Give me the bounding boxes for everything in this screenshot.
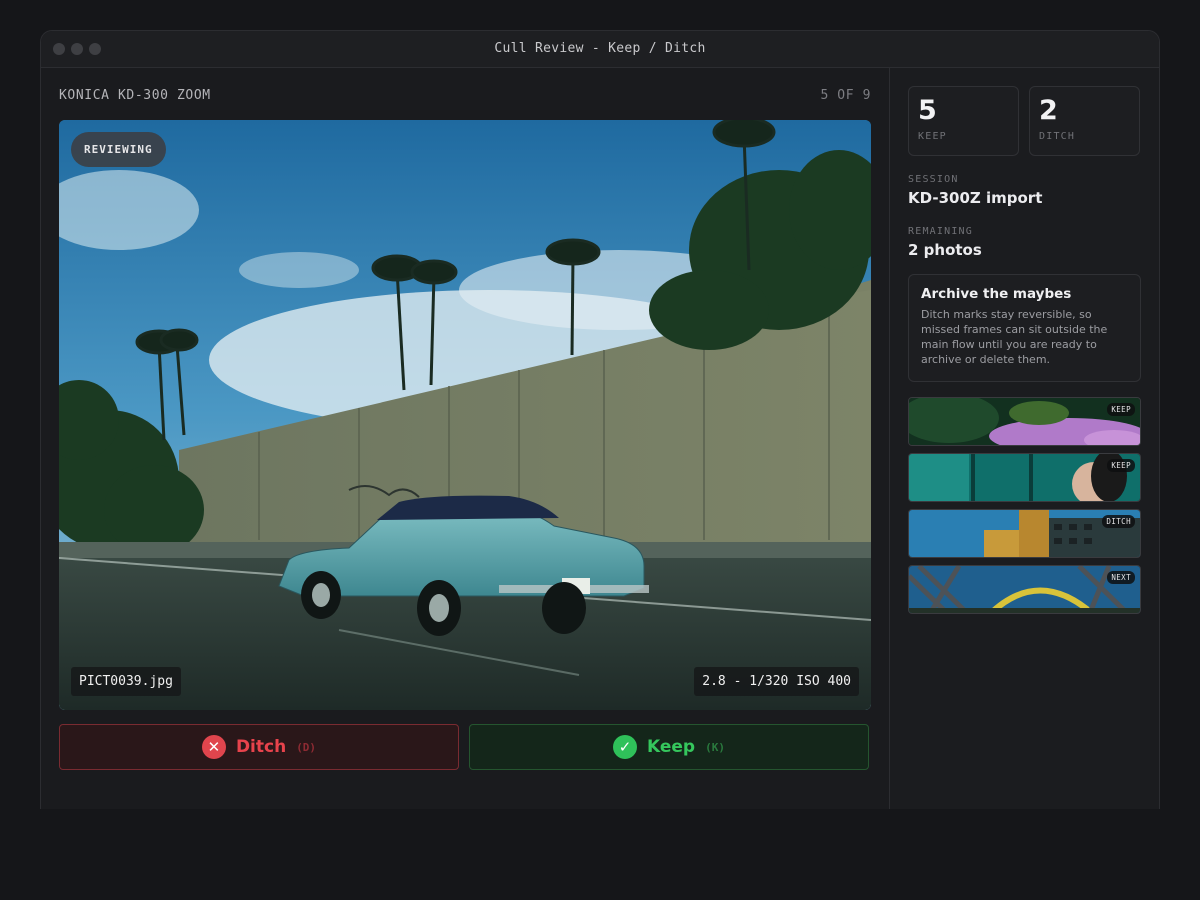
check-icon: ✓ <box>613 735 637 759</box>
keep-count: 5 <box>918 95 937 126</box>
ditch-stat-label: DITCH <box>1039 131 1076 142</box>
thumbnail-1[interactable]: KEEP <box>908 397 1141 446</box>
thumbnail-badge: KEEP <box>1107 459 1135 472</box>
ditch-button[interactable]: ✕ Ditch (D) <box>59 724 459 770</box>
ditch-shortcut: (D) <box>296 740 317 754</box>
photo-viewer: REVIEWING PICT0039.jpg 2.8 - 1/320 ISO 4… <box>59 120 871 710</box>
thumbnail-2[interactable]: KEEP <box>908 453 1141 502</box>
thumbnail-badge: KEEP <box>1107 403 1135 416</box>
ditch-stat-card: 2 DITCH <box>1029 86 1140 156</box>
review-panel: KONICA KD-300 ZOOM 5 OF 9 REVIEWING PICT… <box>41 68 889 809</box>
thumbnail-3[interactable]: DITCH <box>908 509 1141 558</box>
ditch-label: Ditch <box>235 737 287 757</box>
filename-tag: PICT0039.jpg <box>71 667 181 696</box>
camera-name: KONICA KD-300 ZOOM <box>59 88 211 103</box>
sidebar: 5 KEEP 2 DITCH SESSION KD-300Z import RE… <box>889 68 1159 809</box>
window-title: Cull Review - Keep / Ditch <box>494 41 706 56</box>
session-label: SESSION <box>908 174 959 185</box>
remaining-label: REMAINING <box>908 226 973 237</box>
reviewing-badge: REVIEWING <box>71 132 166 167</box>
thumbnail-image <box>909 398 1140 445</box>
keep-shortcut: (K) <box>705 740 725 754</box>
session-value: KD-300Z import <box>908 189 1043 207</box>
exif-tag: 2.8 - 1/320 ISO 400 <box>694 667 859 696</box>
archive-note: Archive the maybes Ditch marks stay reve… <box>908 274 1141 382</box>
thumbnail-badge: DITCH <box>1102 515 1135 528</box>
photo-image <box>59 120 871 710</box>
thumbnail-4[interactable]: NEXT <box>908 565 1141 614</box>
note-body: Ditch marks stay reversible, so missed f… <box>921 308 1108 366</box>
note-title: Archive the maybes <box>921 286 1072 302</box>
app-window: Cull Review - Keep / Ditch KONICA KD-300… <box>40 30 1160 809</box>
photo-counter: 5 OF 9 <box>820 88 871 103</box>
thumbnail-badge: NEXT <box>1107 571 1135 584</box>
keep-stat-label: KEEP <box>918 131 947 142</box>
x-icon: ✕ <box>201 735 226 759</box>
ditch-count: 2 <box>1039 95 1058 126</box>
title-bar: Cull Review - Keep / Ditch <box>41 31 1159 68</box>
remaining-value: 2 photos <box>908 241 982 259</box>
keep-stat-card: 5 KEEP <box>908 86 1019 156</box>
keep-button[interactable]: ✓ Keep (K) <box>469 724 869 770</box>
keep-label: Keep <box>647 737 696 757</box>
thumbnail-image <box>909 454 1140 501</box>
thumbnail-image <box>909 566 1140 613</box>
